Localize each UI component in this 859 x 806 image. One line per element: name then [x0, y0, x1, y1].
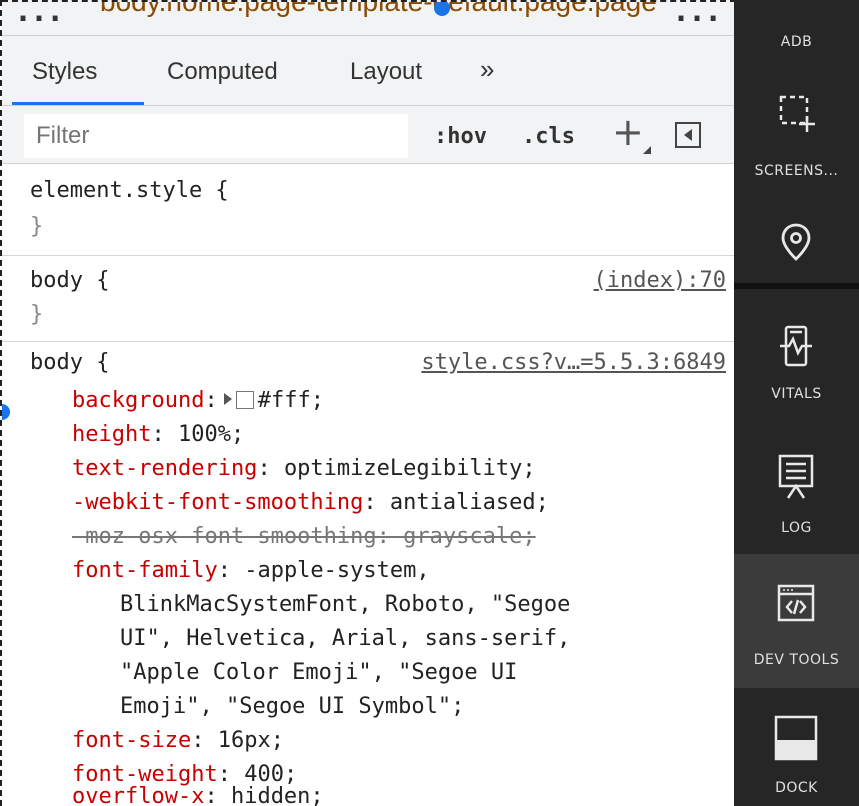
sidebar-item-label: DEV TOOLS — [753, 652, 840, 668]
font-family-continuation: "Apple Color Emoji", "Segoe UI — [120, 660, 518, 685]
sidebar-item-screenshot[interactable]: SCREENS... — [734, 80, 859, 190]
tab-styles[interactable]: Styles — [32, 58, 97, 86]
sidebar-item-adb[interactable]: ADB — [734, 0, 859, 70]
screenshot-icon — [779, 95, 815, 132]
decl-font-size[interactable]: font-size: 16px; — [72, 728, 284, 753]
property-name[interactable]: text-rendering — [72, 456, 257, 481]
font-family-continuation: Emoji", "Segoe UI Symbol"; — [120, 694, 465, 719]
sidebar-tabs: Styles Computed Layout » — [2, 36, 734, 106]
rule-selector[interactable]: body { — [30, 268, 109, 293]
sidebar-item-dock[interactable]: DOCK — [734, 700, 859, 806]
decl-overflow-x[interactable]: overflow-x: hidden; — [72, 784, 324, 806]
sidebar-item-label: SCREENS... — [754, 163, 839, 179]
toggle-sidebar-button[interactable] — [675, 122, 701, 148]
location-pin-icon — [781, 223, 811, 261]
sidebar-item-label: VITALS — [771, 386, 822, 402]
color-swatch[interactable] — [235, 391, 254, 409]
more-tabs-button[interactable]: » — [480, 54, 494, 85]
decl-background[interactable]: background: #fff; — [72, 388, 324, 413]
rule-body-stylesheet: body { style.css?v…=5.5.3:6849 backgroun… — [2, 342, 734, 806]
property-value[interactable]: antialiased; — [390, 490, 549, 515]
tools-sidebar: ADB SCREENS... VITALS LOG DEV TOOLS DOCK — [734, 0, 859, 806]
filter-input[interactable] — [24, 114, 408, 158]
breadcrumb-marker-dot — [434, 2, 450, 16]
font-family-continuation: UI", Helvetica, Arial, sans-serif, — [120, 626, 571, 651]
expand-arrow-icon[interactable] — [223, 393, 232, 405]
property-name[interactable]: height — [72, 422, 151, 447]
property-value[interactable]: 16px; — [218, 728, 284, 753]
sidebar-item-log[interactable]: LOG — [734, 432, 859, 554]
hover-state-toggle[interactable]: :hov — [434, 124, 487, 149]
tab-layout[interactable]: Layout — [350, 58, 422, 86]
property-value[interactable]: optimizeLegibility; — [284, 456, 536, 481]
property-value[interactable]: -apple-system, — [244, 558, 429, 583]
dev-tools-icon — [777, 584, 815, 622]
sidebar-item-label: DOCK — [775, 780, 818, 796]
section-divider — [734, 283, 859, 289]
property-name[interactable]: font-family — [72, 558, 218, 583]
rule-element-style: element.style { } — [2, 164, 734, 256]
active-tab-indicator — [12, 102, 144, 105]
sidebar-item-label: LOG — [781, 520, 812, 536]
rule-selector[interactable]: body { — [30, 350, 109, 375]
tab-computed[interactable]: Computed — [167, 58, 278, 86]
vitals-icon — [780, 325, 812, 367]
breadcrumb-scroll-right[interactable]: ... — [672, 2, 722, 29]
rule-source-link[interactable]: (index):70 — [594, 268, 726, 293]
log-icon — [778, 454, 814, 499]
collapse-arrow-icon — [684, 129, 692, 141]
breadcrumb: ... body.home.page-template-default.page… — [2, 0, 734, 36]
property-name[interactable]: -webkit-font-smoothing — [72, 490, 363, 515]
property-name[interactable]: font-size — [72, 728, 191, 753]
dock-icon — [774, 715, 818, 761]
styles-toolbar: :hov .cls + — [2, 106, 734, 164]
class-toggle[interactable]: .cls — [522, 124, 575, 149]
new-rule-menu-corner-icon — [643, 146, 651, 154]
decl-text-rendering[interactable]: text-rendering: optimizeLegibility; — [72, 456, 536, 481]
breadcrumb-scroll-left[interactable]: ... — [14, 2, 64, 29]
sidebar-item-location[interactable] — [734, 200, 859, 283]
breadcrumb-selected-node[interactable]: body.home.page-template-default.page.pag… — [100, 2, 657, 18]
decl-moz-osx-font-smoothing-overridden[interactable]: -moz-osx-font-smoothing: grayscale; — [72, 524, 536, 549]
new-style-rule-button[interactable]: + — [612, 110, 644, 154]
property-value[interactable]: 100%; — [178, 422, 244, 447]
font-family-continuation: BlinkMacSystemFont, Roboto, "Segoe — [120, 592, 571, 617]
rule-body-index: body { (index):70 } — [2, 256, 734, 342]
property-value[interactable]: hidden; — [231, 784, 324, 806]
sidebar-item-vitals[interactable]: VITALS — [734, 300, 859, 420]
property-value[interactable]: #fff — [258, 388, 311, 413]
decl-webkit-font-smoothing[interactable]: -webkit-font-smoothing: antialiased; — [72, 490, 549, 515]
property-name[interactable]: overflow-x — [72, 784, 204, 806]
decl-height[interactable]: height: 100%; — [72, 422, 244, 447]
rule-close-brace: } — [30, 302, 44, 327]
rule-close-brace: } — [30, 214, 44, 239]
devtools-panel: ... body.home.page-template-default.page… — [0, 0, 734, 806]
sidebar-item-dev-tools[interactable]: DEV TOOLS — [734, 554, 859, 688]
rule-selector[interactable]: element.style { — [30, 178, 229, 203]
sidebar-item-label: ADB — [780, 34, 813, 50]
rule-source-link[interactable]: style.css?v…=5.5.3:6849 — [421, 350, 726, 375]
property-name[interactable]: background — [72, 388, 204, 413]
decl-font-family[interactable]: font-family: -apple-system, — [72, 558, 430, 583]
